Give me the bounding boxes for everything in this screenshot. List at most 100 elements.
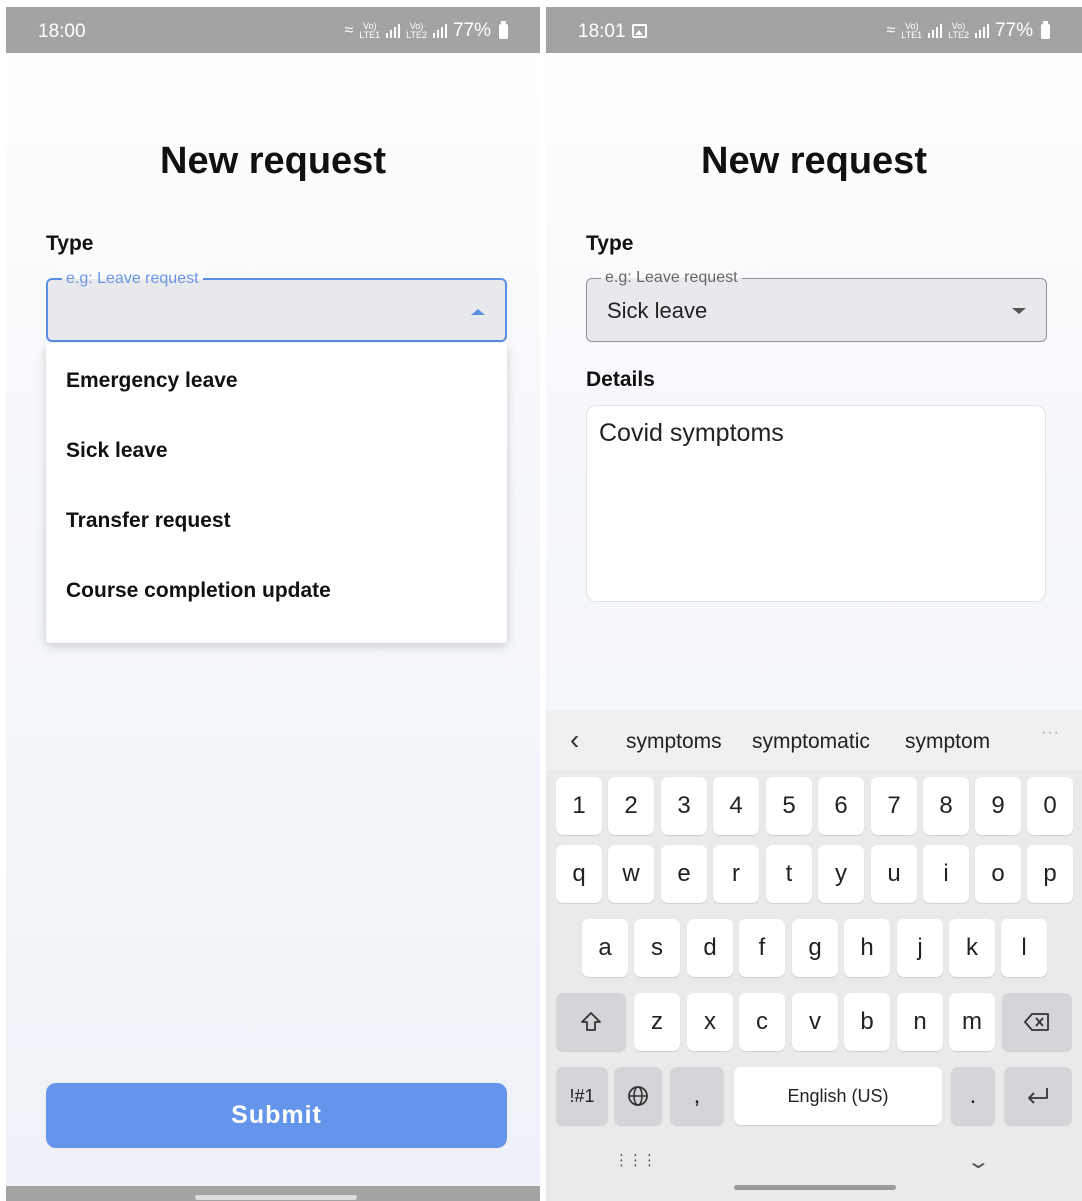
key-s[interactable]: s bbox=[634, 919, 680, 977]
page-title: New request bbox=[160, 140, 386, 182]
key-f[interactable]: f bbox=[739, 919, 785, 977]
key-j[interactable]: j bbox=[897, 919, 943, 977]
chevron-left-icon[interactable]: ‹ bbox=[570, 724, 579, 756]
type-select-placeholder: e.g: Leave request bbox=[601, 269, 742, 287]
key-a[interactable]: a bbox=[582, 919, 628, 977]
status-bar: 18:00 ≈ Vo) LTE1 Vo) LTE2 77% bbox=[6, 7, 540, 53]
status-icons: ≈ Vo) LTE1 Vo) LTE2 77% bbox=[886, 20, 1050, 42]
submit-button[interactable]: Submit bbox=[46, 1083, 507, 1148]
battery-percent: 77% bbox=[452, 20, 491, 41]
type-select[interactable]: e.g: Leave request Sick leave bbox=[586, 269, 1047, 342]
details-label: Details bbox=[586, 368, 655, 391]
key-g[interactable]: g bbox=[792, 919, 838, 977]
lte2-icon: Vo) LTE2 bbox=[406, 21, 427, 40]
key-9[interactable]: 9 bbox=[975, 777, 1021, 835]
backspace-key[interactable] bbox=[1002, 993, 1072, 1051]
key-4[interactable]: 4 bbox=[713, 777, 759, 835]
key-m[interactable]: m bbox=[949, 993, 995, 1051]
page-title: New request bbox=[701, 140, 927, 182]
lte2-icon: Vo) LTE2 bbox=[948, 21, 969, 40]
wifi-icon: ≈ bbox=[886, 22, 896, 39]
key-q[interactable]: q bbox=[556, 845, 602, 903]
caret-up-icon[interactable] bbox=[471, 309, 485, 315]
key-8[interactable]: 8 bbox=[923, 777, 969, 835]
enter-key[interactable] bbox=[1004, 1067, 1072, 1125]
status-time: 18:00 bbox=[38, 21, 86, 42]
key-e[interactable]: e bbox=[661, 845, 707, 903]
type-select[interactable]: e.g: Leave request bbox=[46, 270, 507, 342]
suggestion-2[interactable]: symptomatic bbox=[752, 730, 870, 754]
gallery-icon bbox=[631, 24, 647, 38]
status-time: 18:01 bbox=[578, 21, 647, 43]
battery-icon bbox=[499, 20, 508, 39]
key-b[interactable]: b bbox=[844, 993, 890, 1051]
key-t[interactable]: t bbox=[766, 845, 812, 903]
key-c[interactable]: c bbox=[739, 993, 785, 1051]
home-handle[interactable] bbox=[195, 1195, 357, 1200]
home-handle[interactable] bbox=[734, 1185, 896, 1190]
navigation-bar bbox=[6, 1186, 540, 1201]
key-v[interactable]: v bbox=[792, 993, 838, 1051]
key-l[interactable]: l bbox=[1001, 919, 1047, 977]
status-icons: ≈ Vo) LTE1 Vo) LTE2 77% bbox=[345, 20, 508, 42]
menu-item-course-completion-update[interactable]: Course completion update bbox=[66, 579, 331, 603]
space-bar[interactable]: English (US) bbox=[734, 1067, 942, 1125]
key-3[interactable]: 3 bbox=[661, 777, 707, 835]
key-2[interactable]: 2 bbox=[608, 777, 654, 835]
signal-icon bbox=[432, 24, 447, 38]
key-6[interactable]: 6 bbox=[818, 777, 864, 835]
language-key[interactable] bbox=[614, 1067, 662, 1125]
key-i[interactable]: i bbox=[923, 845, 969, 903]
key-r[interactable]: r bbox=[713, 845, 759, 903]
key-z[interactable]: z bbox=[634, 993, 680, 1051]
type-dropdown-menu: Emergency leave Sick leave Transfer requ… bbox=[46, 343, 507, 643]
key-y[interactable]: y bbox=[818, 845, 864, 903]
signal-icon bbox=[974, 24, 989, 38]
key-0[interactable]: 0 bbox=[1027, 777, 1073, 835]
right-screen: 18:01 ≈ Vo) LTE1 Vo) LTE2 77% New request … bbox=[546, 0, 1082, 1201]
period-key[interactable]: . bbox=[951, 1067, 995, 1125]
menu-item-sick-leave[interactable]: Sick leave bbox=[66, 439, 168, 463]
key-h[interactable]: h bbox=[844, 919, 890, 977]
suggestion-1[interactable]: symptoms bbox=[626, 730, 722, 754]
type-label: Type bbox=[46, 232, 94, 255]
type-select-value: Sick leave bbox=[607, 298, 708, 323]
more-dots-icon[interactable]: ··· bbox=[1041, 724, 1060, 742]
on-screen-keyboard: ‹ symptoms symptomatic symptom ··· 1 2 3… bbox=[546, 710, 1082, 1201]
key-1[interactable]: 1 bbox=[556, 777, 602, 835]
symbols-key[interactable]: !#1 bbox=[556, 1067, 608, 1125]
key-p[interactable]: p bbox=[1027, 845, 1073, 903]
keyboard-bottom-bar: ⋮⋮⋮ ⌄ bbox=[546, 1141, 1082, 1201]
battery-percent: 77% bbox=[994, 20, 1033, 41]
suggestion-3[interactable]: symptom bbox=[905, 730, 990, 754]
caret-down-icon[interactable] bbox=[1012, 308, 1026, 314]
signal-icon bbox=[386, 24, 401, 38]
key-d[interactable]: d bbox=[687, 919, 733, 977]
suggestion-bar: ‹ symptoms symptomatic symptom ··· bbox=[546, 710, 1082, 770]
menu-item-transfer-request[interactable]: Transfer request bbox=[66, 509, 231, 533]
key-7[interactable]: 7 bbox=[871, 777, 917, 835]
key-w[interactable]: w bbox=[608, 845, 654, 903]
key-n[interactable]: n bbox=[897, 993, 943, 1051]
details-text: Covid symptoms bbox=[599, 419, 784, 447]
key-o[interactable]: o bbox=[975, 845, 1021, 903]
key-5[interactable]: 5 bbox=[766, 777, 812, 835]
menu-item-emergency-leave[interactable]: Emergency leave bbox=[66, 369, 238, 393]
keyboard-hide-icon[interactable]: ⌄ bbox=[966, 1149, 991, 1174]
key-u[interactable]: u bbox=[871, 845, 917, 903]
key-k[interactable]: k bbox=[949, 919, 995, 977]
keyboard-grid-icon[interactable]: ⋮⋮⋮ bbox=[614, 1151, 657, 1169]
comma-key[interactable]: , bbox=[670, 1067, 724, 1125]
type-select-placeholder: e.g: Leave request bbox=[62, 270, 203, 288]
shift-key[interactable] bbox=[556, 993, 626, 1051]
type-label: Type bbox=[586, 232, 634, 255]
left-screen: 18:00 ≈ Vo) LTE1 Vo) LTE2 77% New request … bbox=[6, 0, 540, 1201]
globe-icon bbox=[628, 1086, 648, 1106]
status-time-text: 18:01 bbox=[578, 21, 626, 42]
status-bar: 18:01 ≈ Vo) LTE1 Vo) LTE2 77% bbox=[546, 7, 1082, 53]
details-textarea[interactable]: Covid symptoms bbox=[586, 405, 1046, 602]
lte1-icon: Vo) LTE1 bbox=[359, 21, 381, 40]
backspace-icon bbox=[1024, 1013, 1049, 1031]
key-x[interactable]: x bbox=[687, 993, 733, 1051]
enter-icon bbox=[1028, 1088, 1048, 1104]
